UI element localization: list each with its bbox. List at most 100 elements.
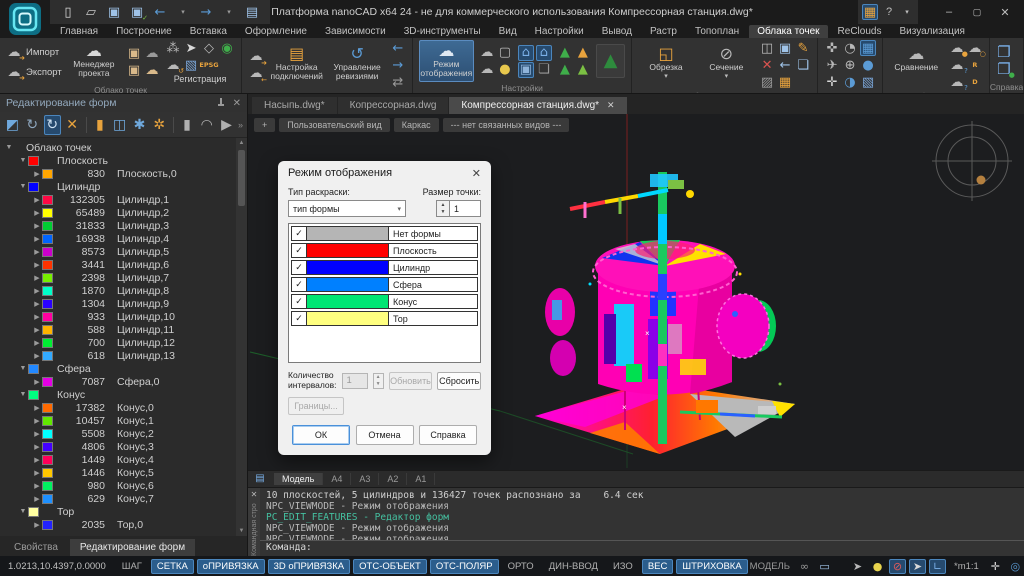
status-toggle[interactable]: ОРТО	[502, 559, 540, 574]
row-checkbox[interactable]: ✓	[292, 227, 307, 240]
tree-expand-icon[interactable]: ▶	[32, 404, 42, 412]
status-toggle[interactable]: ДИН-ВВОД	[543, 559, 604, 574]
tree-row[interactable]: ▶10457Конус,1	[0, 414, 236, 427]
sphere-view-icon[interactable]: ●	[860, 57, 876, 73]
undo-dropdown-icon[interactable]: ▾	[175, 4, 191, 20]
walk-icon[interactable]: ✜	[824, 40, 840, 56]
command-close-icon[interactable]: ✕	[251, 490, 258, 499]
clip-boundary-icon[interactable]: ▣	[126, 46, 142, 62]
overflow-icon[interactable]: »	[238, 120, 243, 130]
ribbon-tab-1[interactable]: Главная	[52, 25, 106, 38]
shape-color-row[interactable]: ✓Цилиндр	[291, 260, 478, 275]
redo-icon[interactable]: →	[198, 4, 214, 20]
tree-expand-icon[interactable]: ▶	[32, 209, 42, 217]
tree-row[interactable]: ▶1446Конус,5	[0, 466, 236, 479]
register-plane-icon[interactable]: ◇	[201, 40, 217, 56]
viewport-button[interactable]: Пользовательский вид	[279, 118, 389, 132]
cloud-lamp-icon[interactable]: ☁	[479, 45, 495, 61]
stars-shape-icon[interactable]: ✱	[131, 115, 148, 135]
tree-expand-icon[interactable]: ▶	[32, 261, 42, 269]
cloud-paint-icon[interactable]: ☁	[144, 63, 160, 79]
viewport-grid-icon[interactable]: ▦	[777, 74, 793, 90]
orbit-sphere-icon[interactable]: ◑	[842, 74, 858, 90]
segment-icon[interactable]: ▮	[91, 115, 108, 135]
arc-tool-icon[interactable]: ◠	[198, 115, 215, 135]
status-toggle[interactable]: СЕТКА	[151, 559, 194, 574]
help-book-icon[interactable]: ❐	[996, 44, 1012, 60]
tree-row[interactable]: ▶933Цилиндр,10	[0, 310, 236, 323]
tree-row[interactable]: ▼Конус	[0, 388, 236, 401]
document-tab[interactable]: Насыпь.dwg*	[252, 97, 337, 114]
ribbon-button[interactable]: ☁Режим отображения	[419, 40, 474, 82]
cloud-info-icon[interactable]: ☁●	[949, 40, 965, 56]
restore-clip-icon[interactable]: ←	[777, 57, 793, 73]
maximize-button[interactable]: ▢	[964, 2, 990, 22]
cloud-box-icon[interactable]: ▧	[183, 57, 199, 73]
annotation-scale-value[interactable]: *m1:1	[954, 561, 979, 572]
snap-house-alt-icon[interactable]: ⌂	[536, 45, 552, 61]
epsg-icon[interactable]: EPSG	[201, 57, 217, 73]
fly-icon[interactable]: ✈	[824, 57, 840, 73]
layout-tab[interactable]: A2	[379, 473, 407, 485]
status-toggle[interactable]: ВЕС	[642, 559, 674, 574]
layout-tab[interactable]: A3	[351, 473, 379, 485]
zoom-icon[interactable]: ◎	[1007, 559, 1024, 574]
ribbon-tab-10[interactable]: Растр	[642, 25, 685, 38]
status-toggle[interactable]: ОТС-ОБЪЕКТ	[353, 559, 427, 574]
row-checkbox[interactable]: ✓	[292, 261, 307, 274]
status-toggle[interactable]: ШТРИХОВКА	[676, 559, 747, 574]
lod-layers-icon[interactable]: ▦	[860, 40, 876, 56]
tree-expand-icon[interactable]: ▶	[32, 313, 42, 321]
tree-row[interactable]: ▶700Цилиндр,12	[0, 336, 236, 349]
ribbon-button[interactable]: ▲	[596, 44, 625, 78]
ribbon-tab-12[interactable]: Облака точек	[749, 25, 827, 38]
ribbon-tab-4[interactable]: Оформление	[237, 25, 315, 38]
tree-expand-icon[interactable]: ▶	[32, 469, 42, 477]
ribbon-tab-3[interactable]: Вставка	[182, 25, 235, 38]
tree-expand-icon[interactable]: ▼	[18, 508, 28, 515]
copy-view-icon[interactable]: ❏	[536, 62, 552, 78]
tree-color-icon[interactable]: ▲	[575, 45, 591, 61]
tree-row[interactable]: ▼Облако точек	[0, 141, 236, 154]
brush-section-icon[interactable]: ✎	[795, 40, 811, 56]
tree-expand-icon[interactable]: ▶	[32, 482, 42, 490]
sync-up-icon[interactable]: ←	[390, 40, 406, 56]
ribbon-tab-9[interactable]: Вывод	[594, 25, 640, 38]
tree-row[interactable]: ▶3441Цилиндр,6	[0, 258, 236, 271]
document-tab[interactable]: Копрессорная.dwg	[338, 97, 449, 114]
coloring-type-select[interactable]: тип формы ▾	[288, 200, 406, 217]
tree-expand-icon[interactable]: ▶	[32, 300, 42, 308]
tree-expand-icon[interactable]: ▶	[32, 417, 42, 425]
view-cube-icon[interactable]: ▧	[860, 74, 876, 90]
tree-expand-icon[interactable]: ▼	[18, 391, 28, 398]
help-dropdown-icon[interactable]: ▾	[900, 2, 914, 22]
refit-form-icon[interactable]: ↻	[24, 115, 41, 135]
stars-bulb-icon[interactable]: ✲	[151, 115, 168, 135]
tree-row[interactable]: ▶8573Цилиндр,5	[0, 245, 236, 258]
ok-button[interactable]: ОК	[292, 425, 350, 445]
forms-visibility-icon[interactable]: ◫	[111, 115, 128, 135]
ucs-world-icon[interactable]: ⊕	[842, 57, 858, 73]
layout-tab[interactable]: Модель	[274, 473, 323, 485]
tree-expand-icon[interactable]: ▶	[32, 352, 42, 360]
tree-row[interactable]: ▶980Конус,6	[0, 479, 236, 492]
copy-clip-icon[interactable]: ❏	[795, 57, 811, 73]
tree-expand-icon[interactable]: ▶	[32, 443, 42, 451]
viewport-button[interactable]: --- нет связанных видов ---	[443, 118, 570, 132]
tree-multi-icon[interactable]: ▲	[575, 62, 591, 78]
tree-row[interactable]: ▶588Цилиндр,11	[0, 323, 236, 336]
tree-row[interactable]: ▼Сфера	[0, 362, 236, 375]
save-icon[interactable]: ▣	[106, 4, 122, 20]
tree-expand-icon[interactable]: ▶	[32, 196, 42, 204]
delete-clip-icon[interactable]: ✕	[759, 57, 775, 73]
ribbon-tab-5[interactable]: Зависимости	[317, 25, 394, 38]
ribbon-button[interactable]: ☁Менеджер проекта	[67, 41, 121, 83]
tree-row[interactable]: ▶17382Конус,0	[0, 401, 236, 414]
tree-row[interactable]: ▶1304Цилиндр,9	[0, 297, 236, 310]
model-space-label[interactable]: МОДЕЛЬ	[750, 561, 790, 572]
tree-expand-icon[interactable]: ▶	[32, 521, 42, 529]
panel-tab[interactable]: Редактирование форм	[70, 539, 195, 556]
ribbon-tab-8[interactable]: Настройки	[527, 25, 592, 38]
spin-down-icon[interactable]: ▼	[437, 209, 449, 217]
cancel-button[interactable]: Отмена	[356, 425, 414, 445]
